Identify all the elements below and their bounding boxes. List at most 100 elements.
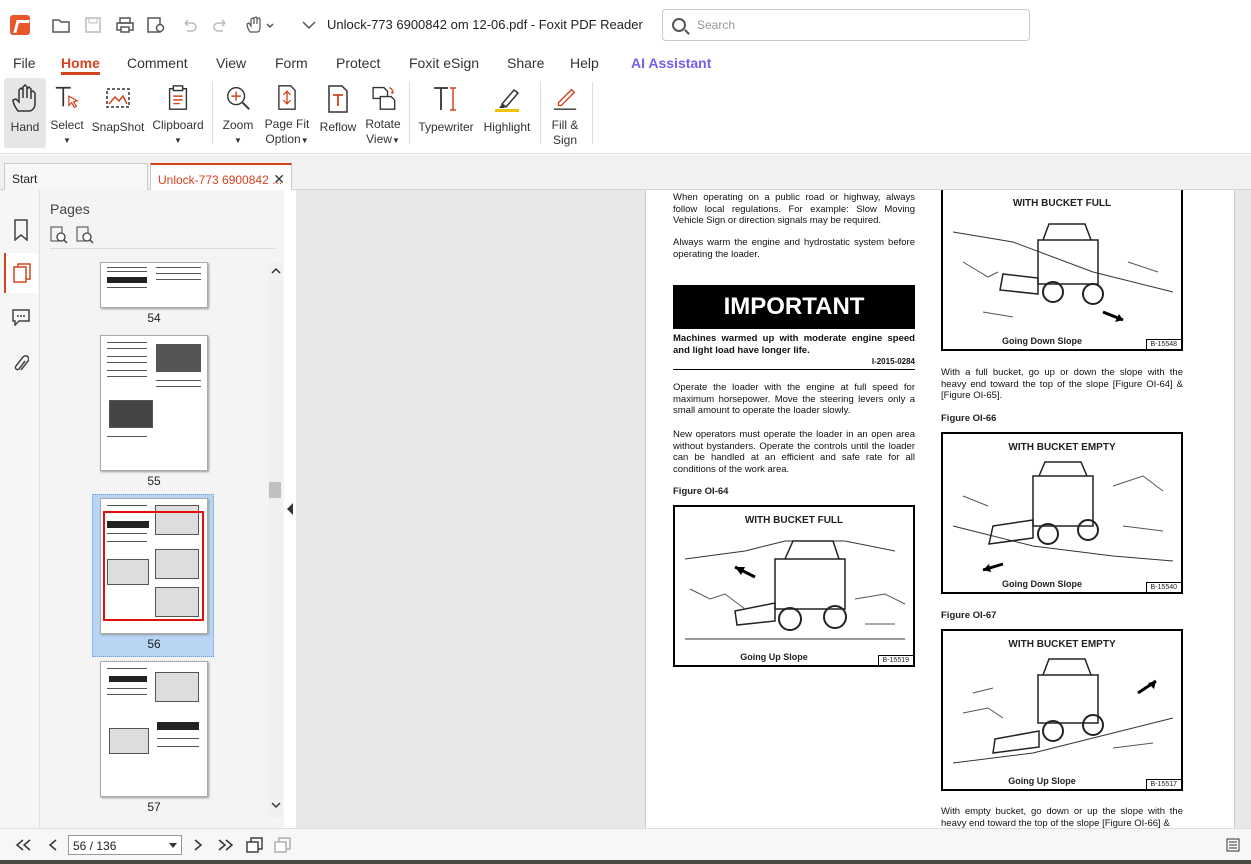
pages-panel-title: Pages <box>50 201 90 217</box>
ribbon-separator <box>409 82 410 144</box>
rotate-dropdown-icon[interactable]: ▼ <box>392 136 400 145</box>
close-tab-icon[interactable]: ✕ <box>273 171 285 188</box>
menu-help[interactable]: Help <box>570 55 599 71</box>
menu-bar: File Home Comment View Form Protect Foxi… <box>0 50 1251 76</box>
menu-home[interactable]: Home <box>61 55 100 75</box>
skid-steer-illustration <box>952 461 1174 572</box>
zoom-out-thumbnail-icon[interactable] <box>76 226 94 244</box>
menu-form[interactable]: Form <box>275 55 308 71</box>
fill-sign-button[interactable]: Fill & Sign <box>546 78 584 148</box>
pdf-page: When operating on a public road or highw… <box>645 190 1235 828</box>
skid-steer-illustration <box>952 223 1174 322</box>
thumbnail-scrollbar[interactable] <box>268 262 282 818</box>
snapshot-button[interactable]: SnapShot <box>90 78 146 148</box>
undo-icon[interactable] <box>176 10 202 40</box>
select-text-icon <box>55 86 79 109</box>
save-icon[interactable] <box>80 10 106 40</box>
rotate-view-label: View▼ <box>366 132 400 148</box>
redo-icon[interactable] <box>208 10 234 40</box>
menu-icon[interactable] <box>1222 835 1244 855</box>
search-input[interactable]: Search <box>662 9 1030 41</box>
last-page-icon[interactable] <box>215 835 237 855</box>
divider <box>673 369 915 370</box>
bookmarks-icon[interactable] <box>4 210 38 250</box>
tab-document[interactable]: Unlock-773 6900842 ... ✕ <box>150 163 292 190</box>
figure-title: WITH BUCKET EMPTY <box>1008 442 1116 453</box>
ribbon-separator <box>212 82 213 144</box>
first-page-icon[interactable] <box>12 835 34 855</box>
previous-view-icon[interactable] <box>244 835 266 855</box>
pages-icon[interactable] <box>4 253 38 293</box>
clipboard-label: Clipboard <box>152 118 204 132</box>
page-fit-dropdown-icon[interactable]: ▼ <box>301 136 309 145</box>
rotate-icon <box>372 86 396 110</box>
skid-steer-illustration <box>952 658 1174 764</box>
clipboard-dropdown-icon[interactable]: ▼ <box>174 133 182 148</box>
print-icon[interactable] <box>112 10 138 40</box>
page-thumbnail[interactable] <box>100 335 208 471</box>
highlight-button[interactable]: Highlight <box>480 78 534 148</box>
page-number-input[interactable]: 56 / 136 <box>68 835 182 855</box>
reflow-button[interactable]: Reflow <box>318 78 358 148</box>
open-icon[interactable] <box>48 10 74 40</box>
clipboard-icon <box>168 85 188 110</box>
next-view-icon[interactable] <box>272 835 294 855</box>
typewriter-button[interactable]: Typewriter <box>416 78 476 148</box>
foxit-logo-icon <box>10 15 30 35</box>
scroll-up-icon[interactable] <box>269 266 283 276</box>
zoom-in-thumbnail-icon[interactable] <box>50 226 68 244</box>
page-thumbnail-selected[interactable] <box>100 498 208 634</box>
previous-page-icon[interactable] <box>42 835 64 855</box>
paragraph: Operate the loader with the engine at fu… <box>673 382 915 416</box>
menu-protect[interactable]: Protect <box>336 55 380 71</box>
scrollbar-thumb[interactable] <box>269 482 281 498</box>
menu-comment[interactable]: Comment <box>127 55 188 71</box>
page-thumbnail[interactable] <box>100 661 208 797</box>
collapse-panel-icon[interactable] <box>287 503 293 515</box>
zoom-dropdown-icon[interactable]: ▼ <box>234 133 242 148</box>
zoom-label: Zoom <box>222 118 254 132</box>
rotate-view-button[interactable]: Rotate View▼ <box>362 78 404 148</box>
customize-dropdown-icon[interactable] <box>296 10 322 40</box>
hand-button[interactable]: Hand <box>4 78 46 148</box>
page-dropdown-icon[interactable] <box>169 843 177 848</box>
figure-caption: Going Up Slope <box>740 652 808 662</box>
comments-icon[interactable] <box>4 297 38 337</box>
tab-start-label: Start <box>12 172 38 186</box>
pages-panel-tools <box>50 226 94 244</box>
select-button[interactable]: Select ▼ <box>50 78 84 148</box>
tab-start[interactable]: Start <box>4 163 148 190</box>
search-icon <box>672 18 686 32</box>
menu-view[interactable]: View <box>216 55 246 71</box>
zoom-button[interactable]: Zoom ▼ <box>219 78 257 148</box>
reflow-icon <box>328 85 348 113</box>
clipboard-button[interactable]: Clipboard ▼ <box>150 78 206 148</box>
page-fit-option-button[interactable]: Page Fit Option▼ <box>262 78 312 148</box>
fill-label: Fill & <box>551 118 579 132</box>
menu-foxit-esign[interactable]: Foxit eSign <box>409 55 479 71</box>
window-title: Unlock-773 6900842 om 12-06.pdf - Foxit … <box>327 17 643 32</box>
page-thumbnail-number: 54 <box>147 311 161 325</box>
next-page-icon[interactable] <box>187 835 209 855</box>
page-thumbnail[interactable] <box>100 262 208 308</box>
properties-icon[interactable] <box>143 10 169 40</box>
skid-steer-illustration <box>684 540 906 640</box>
hand-dropdown-icon[interactable] <box>243 10 277 40</box>
figure-code: B-15519 <box>877 655 913 665</box>
tab-document-label: Unlock-773 6900842 ... <box>158 173 283 187</box>
figure-oi-67: WITH BUCKET EMPTY Going Up Slope B-15517 <box>941 629 1183 791</box>
menu-share[interactable]: Share <box>507 55 544 71</box>
scroll-down-icon[interactable] <box>269 800 283 810</box>
attachments-icon[interactable] <box>4 344 38 384</box>
ribbon-toolbar: Hand Select ▼ SnapShot Clipboard ▼ Zoom … <box>0 76 1251 154</box>
menu-ai-assistant[interactable]: AI Assistant <box>631 55 711 71</box>
important-code: I-2015-0284 <box>871 357 915 366</box>
figure-oi-65: WITH BUCKET FULL Going Down Slope B-1554… <box>941 190 1183 351</box>
thumbnail-list: 54 55 56 57 <box>40 262 270 818</box>
menu-file[interactable]: File <box>13 55 36 71</box>
visible-area-frame[interactable] <box>103 511 204 621</box>
document-viewer[interactable]: When operating on a public road or highw… <box>296 190 1251 828</box>
hand-label: Hand <box>10 120 40 134</box>
select-dropdown-icon[interactable]: ▼ <box>63 133 71 148</box>
reflow-label: Reflow <box>319 120 357 134</box>
